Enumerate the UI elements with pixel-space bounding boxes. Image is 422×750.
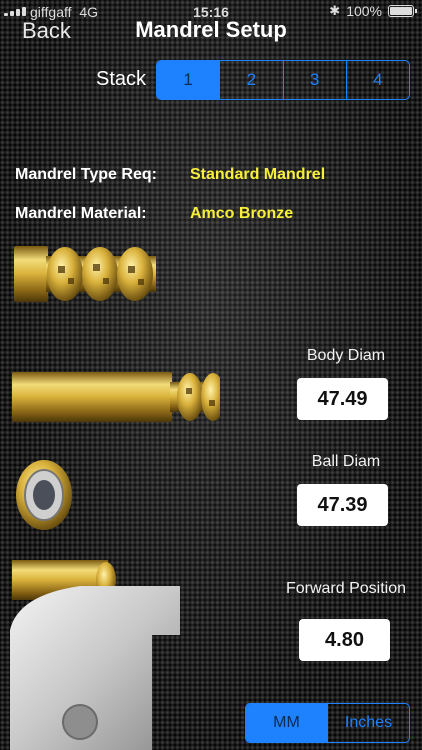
ball-bore (33, 480, 55, 510)
body-ball-2 (201, 373, 220, 421)
stack-option-3[interactable]: 3 (282, 61, 346, 99)
mandrel-body-image (12, 372, 220, 422)
stack-label: Stack (96, 68, 147, 90)
forward-position-field[interactable]: 4.80 (299, 619, 390, 661)
stack-option-2[interactable]: 2 (219, 61, 282, 99)
stack-option-4[interactable]: 4 (345, 61, 409, 99)
stack-selector: 1 2 3 4 (156, 60, 410, 100)
stack-option-1[interactable]: 1 (157, 61, 220, 99)
mandrel-body (12, 372, 172, 422)
nav-bar: Back Mandrel Setup (0, 0, 422, 64)
unit-option-inches[interactable]: Inches (327, 704, 409, 742)
body-diam-field[interactable]: 47.49 (297, 378, 388, 420)
mandrel-balls-image (14, 246, 156, 302)
units-selector: MM Inches (245, 703, 410, 743)
mandrel-ball-1 (47, 247, 83, 301)
mandrel-material-label: Mandrel Material: (15, 205, 147, 222)
forward-position-image (10, 560, 180, 750)
mandrel-ball-3 (117, 247, 153, 301)
mandrel-material-value: Amco Bronze (190, 205, 294, 222)
unit-option-mm[interactable]: MM (246, 704, 327, 742)
bend-die-hole (62, 704, 98, 740)
mandrel-type-label: Mandrel Type Req: (15, 166, 157, 183)
body-diam-label: Body Diam (306, 347, 386, 364)
page-title: Mandrel Setup (135, 17, 287, 42)
mandrel-ball-2 (82, 247, 118, 301)
ball-diam-label: Ball Diam (311, 453, 381, 470)
ball-end-view-image (16, 460, 72, 530)
mandrel-shank (14, 246, 48, 302)
body-ball-1 (177, 373, 203, 421)
forward-position-label: Forward Position (285, 580, 407, 597)
mandrel-setup-screen: giffgaff 4G 15:16 ✱ 100% Back Mandrel Se… (0, 0, 422, 750)
ball-diam-field[interactable]: 47.39 (297, 484, 388, 526)
mandrel-type-value: Standard Mandrel (190, 166, 326, 183)
